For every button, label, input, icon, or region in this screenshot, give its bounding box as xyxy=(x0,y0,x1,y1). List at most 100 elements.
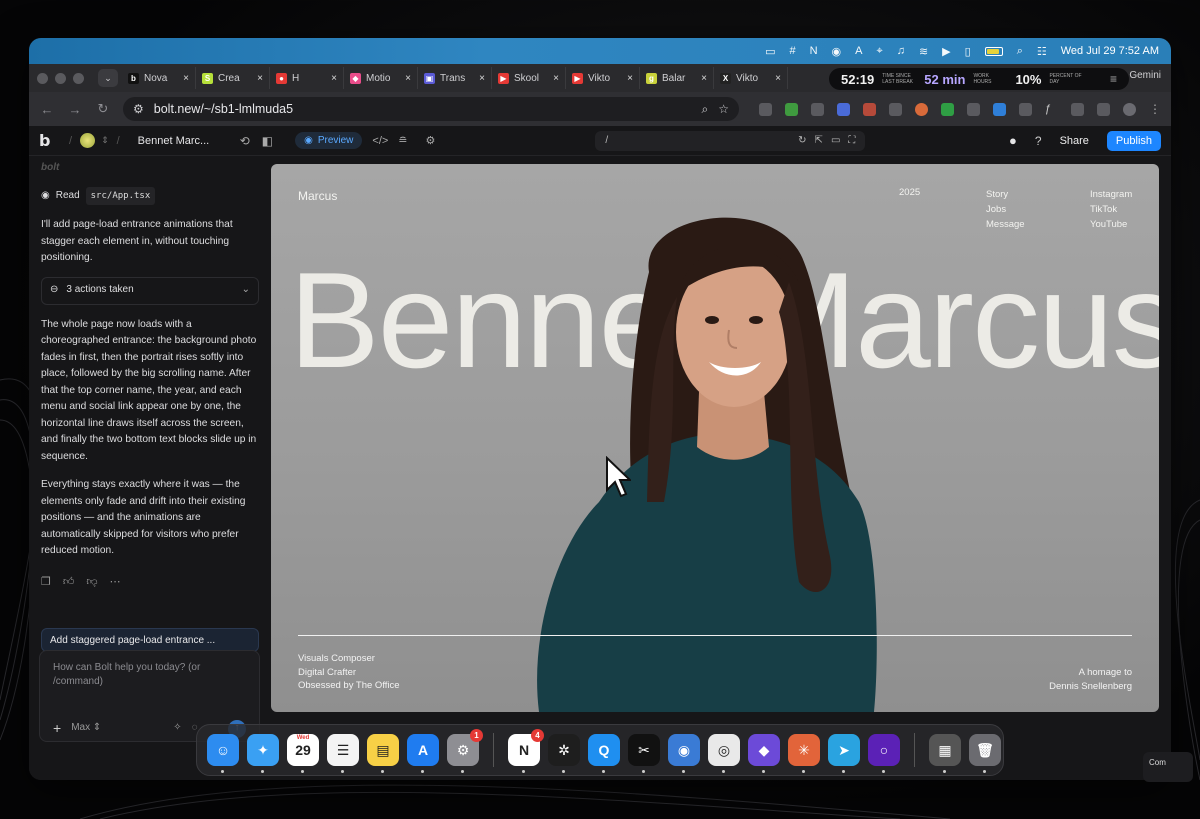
chart-extension-icon[interactable] xyxy=(889,102,902,116)
maximize-window-button[interactable] xyxy=(73,72,84,84)
dock-chrome-icon[interactable]: ◎ xyxy=(708,734,740,773)
timer-menu-icon[interactable]: ≡ xyxy=(1110,72,1117,86)
tab-close-icon[interactable]: × xyxy=(479,73,485,84)
cube-extension-icon[interactable] xyxy=(837,102,850,116)
download-extension-icon[interactable] xyxy=(785,102,798,116)
break-timer-widget[interactable]: 52:19 TIME SINCE LAST BREAK 52 min WORK … xyxy=(829,68,1129,90)
share-button[interactable]: Share xyxy=(1060,135,1089,147)
puzzle-extension-icon[interactable] xyxy=(1071,102,1084,116)
tab-gemini[interactable]: Gemini xyxy=(1129,70,1161,81)
address-bar[interactable]: ⚙ bolt.new/~/sb1-lmlmuda5 ⌕ ☆ xyxy=(123,97,739,121)
code-view-icon[interactable]: </> xyxy=(372,135,388,147)
dock-safari-icon[interactable]: ✦ xyxy=(247,734,279,773)
screen-record-icon[interactable]: ▭ xyxy=(765,45,775,58)
browser-tab[interactable]: ◆ Motio × xyxy=(344,67,418,89)
profile-avatar-icon[interactable] xyxy=(1123,102,1136,116)
social-link-instagram[interactable]: Instagram xyxy=(1090,187,1132,202)
tab-close-icon[interactable]: × xyxy=(257,73,263,84)
browser-tab[interactable]: ▶ Skool × xyxy=(492,67,566,89)
close-window-button[interactable] xyxy=(37,72,48,84)
play-icon[interactable]: ▶ xyxy=(942,45,950,58)
thumbs-down-icon[interactable]: 👎︎ xyxy=(86,574,97,591)
camera-extension-icon[interactable] xyxy=(759,102,772,116)
suggestion-chip[interactable]: Add staggered page-load entrance ... xyxy=(41,628,259,652)
dock-notion-icon[interactable]: N4 xyxy=(508,729,544,773)
leaf-extension-icon[interactable] xyxy=(941,102,954,116)
box-extension-icon[interactable] xyxy=(1019,102,1032,116)
refresh-preview-icon[interactable]: ↻ xyxy=(798,135,806,146)
read-file-name[interactable]: src/App.tsx xyxy=(85,186,156,205)
menu-link-story[interactable]: Story xyxy=(986,187,1025,202)
back-arrow-icon[interactable]: ← xyxy=(39,102,55,117)
preview-name[interactable]: Marcus xyxy=(298,189,337,203)
playlist-icon[interactable] xyxy=(1097,102,1110,116)
dock-quicktime-icon[interactable]: Q xyxy=(588,734,620,773)
tab-search-chevron-icon[interactable]: ⌄ xyxy=(98,69,118,87)
browser-tab[interactable]: ● H × xyxy=(270,67,344,89)
tab-close-icon[interactable]: × xyxy=(331,73,337,84)
copy-icon[interactable]: ❐ xyxy=(41,574,51,591)
extension-icon[interactable]: ◉ xyxy=(832,45,842,58)
open-external-icon[interactable]: ⇱ xyxy=(815,135,823,146)
font-extension-icon[interactable]: ƒ xyxy=(1045,103,1058,116)
thumbs-up-icon[interactable]: 👍︎ xyxy=(63,574,75,591)
browser-tab[interactable]: g Balar × xyxy=(640,67,714,89)
history-icon[interactable]: ⟲ xyxy=(240,134,250,148)
control-center-icon[interactable]: ☷ xyxy=(1037,45,1047,58)
tab-close-icon[interactable]: × xyxy=(553,73,559,84)
tab-close-icon[interactable]: × xyxy=(183,73,189,84)
browser-tab[interactable]: ▶ Vikto × xyxy=(566,67,640,89)
forward-arrow-icon[interactable]: → xyxy=(67,102,83,117)
project-switcher-icon[interactable]: ⇕ xyxy=(101,135,109,146)
dock-reminders-icon[interactable]: ☰ xyxy=(327,734,359,773)
grid-extension-icon[interactable] xyxy=(863,102,876,116)
settings-gear-icon[interactable]: ⚙ xyxy=(426,134,436,147)
tab-close-icon[interactable]: × xyxy=(775,73,781,84)
site-settings-icon[interactable]: ⚙ xyxy=(133,102,144,116)
dock-system-settings-icon[interactable]: ⚙ 1 xyxy=(447,729,483,773)
project-avatar[interactable] xyxy=(80,133,96,148)
dock-claude-icon[interactable]: ✳ xyxy=(788,734,820,773)
tab-close-icon[interactable]: × xyxy=(627,73,633,84)
phone-icon[interactable]: ▯ xyxy=(965,45,971,58)
chat-input[interactable] xyxy=(53,661,246,701)
database-icon[interactable]: ≘ xyxy=(398,134,407,147)
dock-obsidian-icon[interactable]: ◆ xyxy=(748,734,780,773)
dock-app-9-icon[interactable]: ◉ xyxy=(668,734,700,773)
notion-icon[interactable]: N xyxy=(810,45,818,57)
wifi-icon[interactable]: ≋ xyxy=(919,45,928,58)
bookmark-star-icon[interactable]: ☆ xyxy=(718,102,729,116)
menu-clock[interactable]: Wed Jul 29 7:52 AM xyxy=(1061,45,1159,57)
model-selector[interactable]: Max ⇕ xyxy=(71,720,101,737)
dock-trash-icon[interactable]: 🗑 xyxy=(969,734,1001,773)
bolt-logo[interactable]: b xyxy=(39,131,61,150)
enhance-prompt-icon[interactable]: ✧ xyxy=(173,720,181,737)
address-url[interactable]: bolt.new/~/sb1-lmlmuda5 xyxy=(154,102,692,116)
tab-close-icon[interactable]: × xyxy=(405,73,411,84)
browser-menu-icon[interactable]: ⋮ xyxy=(1149,102,1161,116)
search-icon[interactable]: ⌕ xyxy=(1017,45,1023,58)
dock-preview-icon[interactable]: ▦ xyxy=(929,734,961,773)
add-attachment-icon[interactable]: + xyxy=(53,720,61,737)
actions-taken-toggle[interactable]: ⊖ 3 actions taken ⌄ xyxy=(41,276,259,305)
headphones-icon[interactable]: ♫ xyxy=(897,45,905,57)
publish-button[interactable]: Publish xyxy=(1106,130,1161,151)
gear-extension-icon[interactable] xyxy=(811,102,824,116)
tab-close-icon[interactable]: × xyxy=(701,73,707,84)
preview-tab[interactable]: ◉ Preview xyxy=(295,132,363,149)
browser-tab[interactable]: b Nova × xyxy=(122,67,196,89)
download-blue-extension-icon[interactable] xyxy=(993,102,1006,116)
browser-tab[interactable]: ▣ Trans × xyxy=(418,67,492,89)
project-name[interactable]: Bennet Marc... xyxy=(138,135,228,147)
fullscreen-icon[interactable]: ⛶ xyxy=(848,135,855,146)
preview-path-bar[interactable]: / ↻ ⇱ ▭ ⛶ xyxy=(595,130,866,151)
social-link-tiktok[interactable]: TikTok xyxy=(1090,202,1132,217)
dock-telegram-icon[interactable]: ➤ xyxy=(828,734,860,773)
dock-calendar-icon[interactable]: 29 Wed xyxy=(287,734,319,773)
dock-capcut-icon[interactable]: ✂ xyxy=(628,734,660,773)
sidebar-toggle-icon[interactable]: ◧ xyxy=(262,134,273,148)
pin-icon[interactable]: ⌖ xyxy=(877,45,883,58)
battery-icon[interactable] xyxy=(984,46,1003,56)
color-extension-icon[interactable] xyxy=(915,102,928,116)
corner-notification[interactable]: Com xyxy=(1143,752,1193,782)
